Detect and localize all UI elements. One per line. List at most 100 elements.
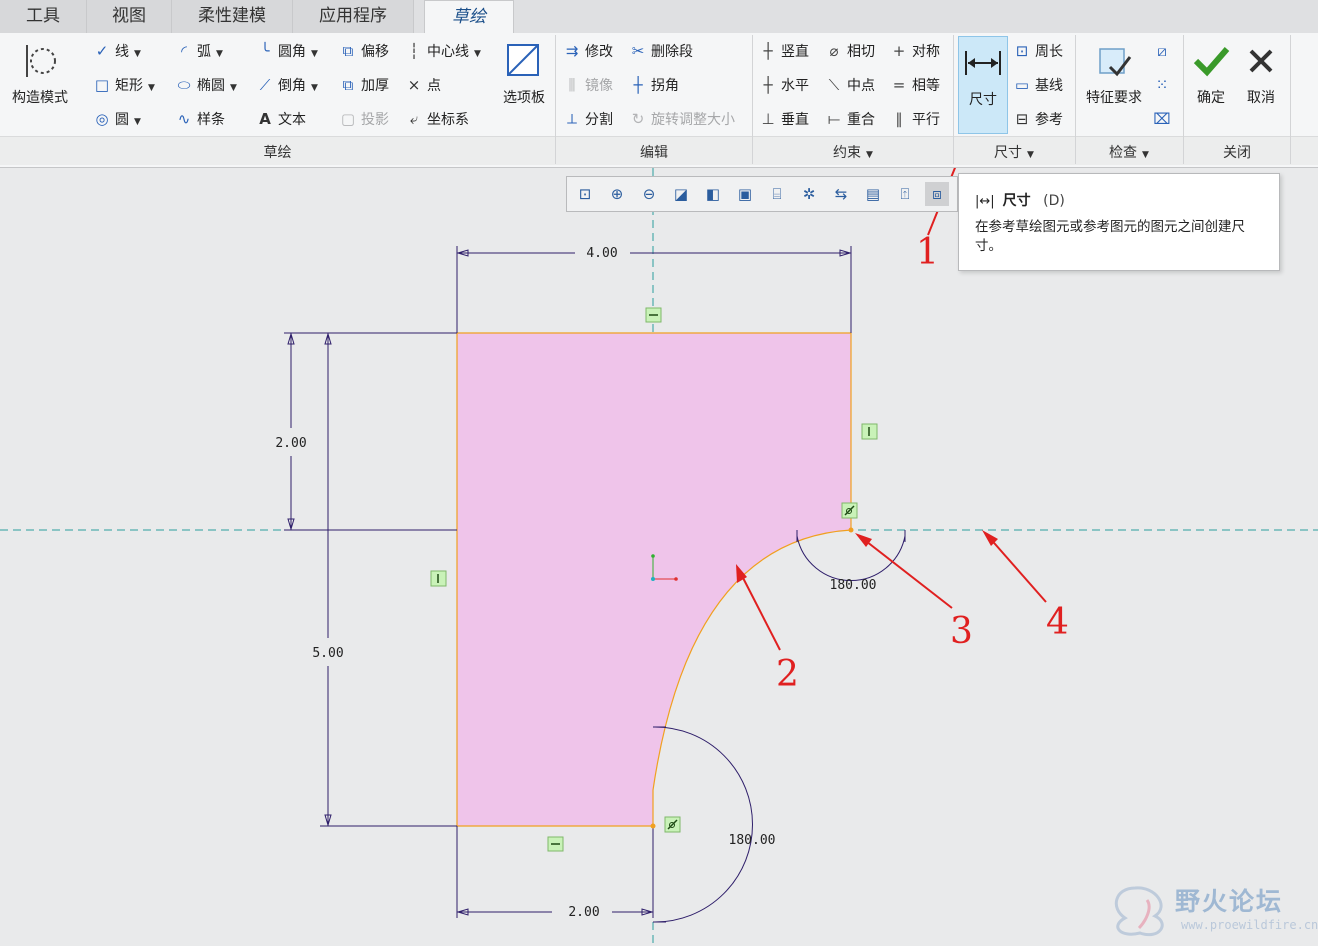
sketcher-display-icon[interactable]: ⧈ (925, 182, 949, 206)
vertex-point[interactable] (848, 527, 854, 533)
project-button[interactable]: ▢ 投影 (338, 107, 389, 131)
spin-center-icon[interactable]: ▤ (861, 182, 885, 206)
text-button[interactable]: A 文本 (255, 107, 306, 131)
tangent-constraint-marker[interactable] (664, 816, 681, 833)
chevron-down-icon[interactable]: ▼ (134, 110, 141, 134)
rectangle-button[interactable]: □ 矩形 ▼ (92, 73, 155, 97)
inspect-tool-2-button[interactable]: ⁙ (1152, 73, 1175, 97)
equal-label: 相等 (912, 78, 940, 94)
chevron-down-icon[interactable]: ▼ (230, 76, 237, 100)
equal-constraint-button[interactable]: = 相等 (889, 73, 940, 97)
chevron-down-icon[interactable]: ▼ (311, 76, 318, 100)
point-button[interactable]: × 点 (404, 73, 441, 97)
symmetric-constraint-button[interactable]: + 对称 (889, 39, 940, 63)
perpendicular-constraint-button[interactable]: ⊥ 垂直 (758, 107, 809, 131)
vertex-point[interactable] (650, 823, 656, 829)
watermark-logo-icon (1114, 886, 1164, 937)
centerline-button[interactable]: ┆ 中心线 ▼ (404, 39, 481, 66)
chevron-down-icon[interactable]: ▼ (474, 42, 481, 66)
midpoint-constraint-button[interactable]: ⟍ 中点 (824, 73, 875, 97)
tab-applications[interactable]: 应用程序 (293, 0, 414, 33)
sketch-view-icon[interactable]: ⍐ (893, 182, 917, 206)
circle-button[interactable]: ◎ 圆 ▼ (92, 107, 141, 134)
refit-icon[interactable]: ⊡ (573, 182, 597, 206)
divide-button[interactable]: ⟂ 分割 (562, 107, 613, 131)
group-label-constrain[interactable]: 约束 ▼ (753, 142, 953, 164)
view-manager-icon[interactable]: ⌸ (765, 182, 789, 206)
cancel-button[interactable]: 取消 (1238, 41, 1284, 107)
corner-button[interactable]: ┼ 拐角 (628, 73, 679, 97)
tab-tools[interactable]: 工具 (0, 0, 87, 33)
line-label: 线 (115, 44, 129, 60)
zoom-out-icon[interactable]: ⊖ (637, 182, 661, 206)
dimension-bottom-width-text: 2.00 (568, 905, 599, 920)
chevron-down-icon[interactable]: ▼ (1142, 144, 1149, 166)
mirror-button[interactable]: ⫼ 镜像 (562, 73, 613, 97)
construction-mode-button[interactable]: 构造模式 (6, 41, 74, 107)
palette-button[interactable]: 选项板 (497, 41, 551, 107)
arc-button[interactable]: ◜ 弧 ▼ (174, 39, 223, 63)
chamfer-label: 倒角 (278, 78, 306, 94)
vertical-constraint-marker[interactable] (430, 570, 447, 587)
reference-icon: ⊟ (1015, 110, 1029, 128)
inspect-tool-1-button[interactable]: ⧄ (1152, 39, 1175, 63)
thicken-button[interactable]: ⧉ 加厚 (338, 73, 389, 97)
tangent-label: 相切 (847, 44, 875, 60)
chevron-down-icon[interactable]: ▼ (216, 42, 223, 66)
datum-display-icon[interactable]: ✲ (797, 182, 821, 206)
perimeter-button[interactable]: ⊡ 周长 (1012, 39, 1063, 63)
ok-button[interactable]: 确定 (1188, 41, 1234, 107)
horizontal-constraint-button[interactable]: ┼ 水平 (758, 73, 809, 97)
chevron-down-icon[interactable]: ▼ (1027, 144, 1034, 166)
vertical-constraint-button[interactable]: ┼ 竖直 (758, 39, 809, 63)
sketch-canvas[interactable]: 4.00 2.00 5.00 2.00 180.00 180.00 1 2 3 … (0, 168, 1318, 946)
inspect-tool-3-button[interactable]: ⌧ (1152, 107, 1175, 131)
dimension-arc-angle-upper[interactable]: 180.00 (796, 530, 906, 593)
horizontal-constraint-marker[interactable] (645, 307, 662, 323)
tab-view[interactable]: 视图 (87, 0, 172, 33)
chevron-down-icon[interactable]: ▼ (866, 144, 873, 166)
baseline-button[interactable]: ▭ 基线 (1012, 73, 1063, 97)
rotate-resize-button[interactable]: ↻ 旋转调整大小 (628, 107, 735, 131)
mirror-label: 镜像 (585, 78, 613, 94)
line-button[interactable]: ✓ 线 ▼ (92, 39, 141, 63)
text-label: 文本 (278, 112, 306, 128)
parallel-constraint-button[interactable]: ∥ 平行 (889, 107, 940, 131)
annotation-display-icon[interactable]: ⇆ (829, 182, 853, 206)
coordinate-system-button[interactable]: ⤶ 坐标系 (404, 107, 469, 131)
tab-flexible-modeling[interactable]: 柔性建模 (172, 0, 293, 33)
ok-label: 确定 (1197, 90, 1225, 106)
modify-button[interactable]: ⇉ 修改 (562, 39, 613, 63)
delete-segment-button[interactable]: ✂ 删除段 (628, 39, 693, 63)
dimension-button[interactable]: 尺寸 (958, 36, 1008, 134)
fillet-button[interactable]: ╰ 圆角 ▼ (255, 39, 318, 66)
horizontal-constraint-marker[interactable] (547, 836, 564, 852)
ellipse-button[interactable]: ⬭ 椭圆 ▼ (174, 73, 237, 97)
feature-requirements-button[interactable]: 特征要求 (1080, 41, 1148, 107)
group-label-close: 关闭 (1223, 145, 1251, 161)
arc-icon: ◜ (181, 42, 187, 60)
spline-button[interactable]: ∿ 样条 (174, 107, 225, 131)
zoom-in-icon[interactable]: ⊕ (605, 182, 629, 206)
tab-sketch[interactable]: 草绘 (424, 0, 514, 35)
tooltip-description: 在参考草绘图元或参考图元的图元之间创建尺寸。 (975, 219, 1245, 254)
vertical-constraint-marker[interactable] (861, 423, 878, 440)
display-style-icon[interactable]: ◧ (701, 182, 725, 206)
group-label-inspect[interactable]: 检查 ▼ (1076, 142, 1182, 164)
chevron-down-icon[interactable]: ▼ (148, 76, 155, 100)
dimension-left-upper[interactable]: 2.00 (275, 332, 457, 531)
perimeter-label: 周长 (1035, 44, 1063, 60)
coincident-constraint-button[interactable]: ⟝ 重合 (824, 107, 875, 131)
tangent-constraint-marker[interactable] (841, 502, 858, 519)
annotation-arrow-2: 2 (736, 564, 799, 695)
chamfer-button[interactable]: ⟋ 倒角 ▼ (255, 73, 318, 97)
saved-orientations-icon[interactable]: ▣ (733, 182, 757, 206)
group-label-dimension[interactable]: 尺寸 ▼ (954, 142, 1074, 164)
dimension-icon: |↔| (975, 194, 995, 209)
chevron-down-icon[interactable]: ▼ (311, 42, 318, 66)
chevron-down-icon[interactable]: ▼ (134, 42, 141, 66)
tangent-constraint-button[interactable]: ⌀ 相切 (824, 39, 875, 63)
offset-button[interactable]: ⧉ 偏移 (338, 39, 389, 63)
reference-button[interactable]: ⊟ 参考 (1012, 107, 1063, 131)
repaint-icon[interactable]: ◪ (669, 182, 693, 206)
